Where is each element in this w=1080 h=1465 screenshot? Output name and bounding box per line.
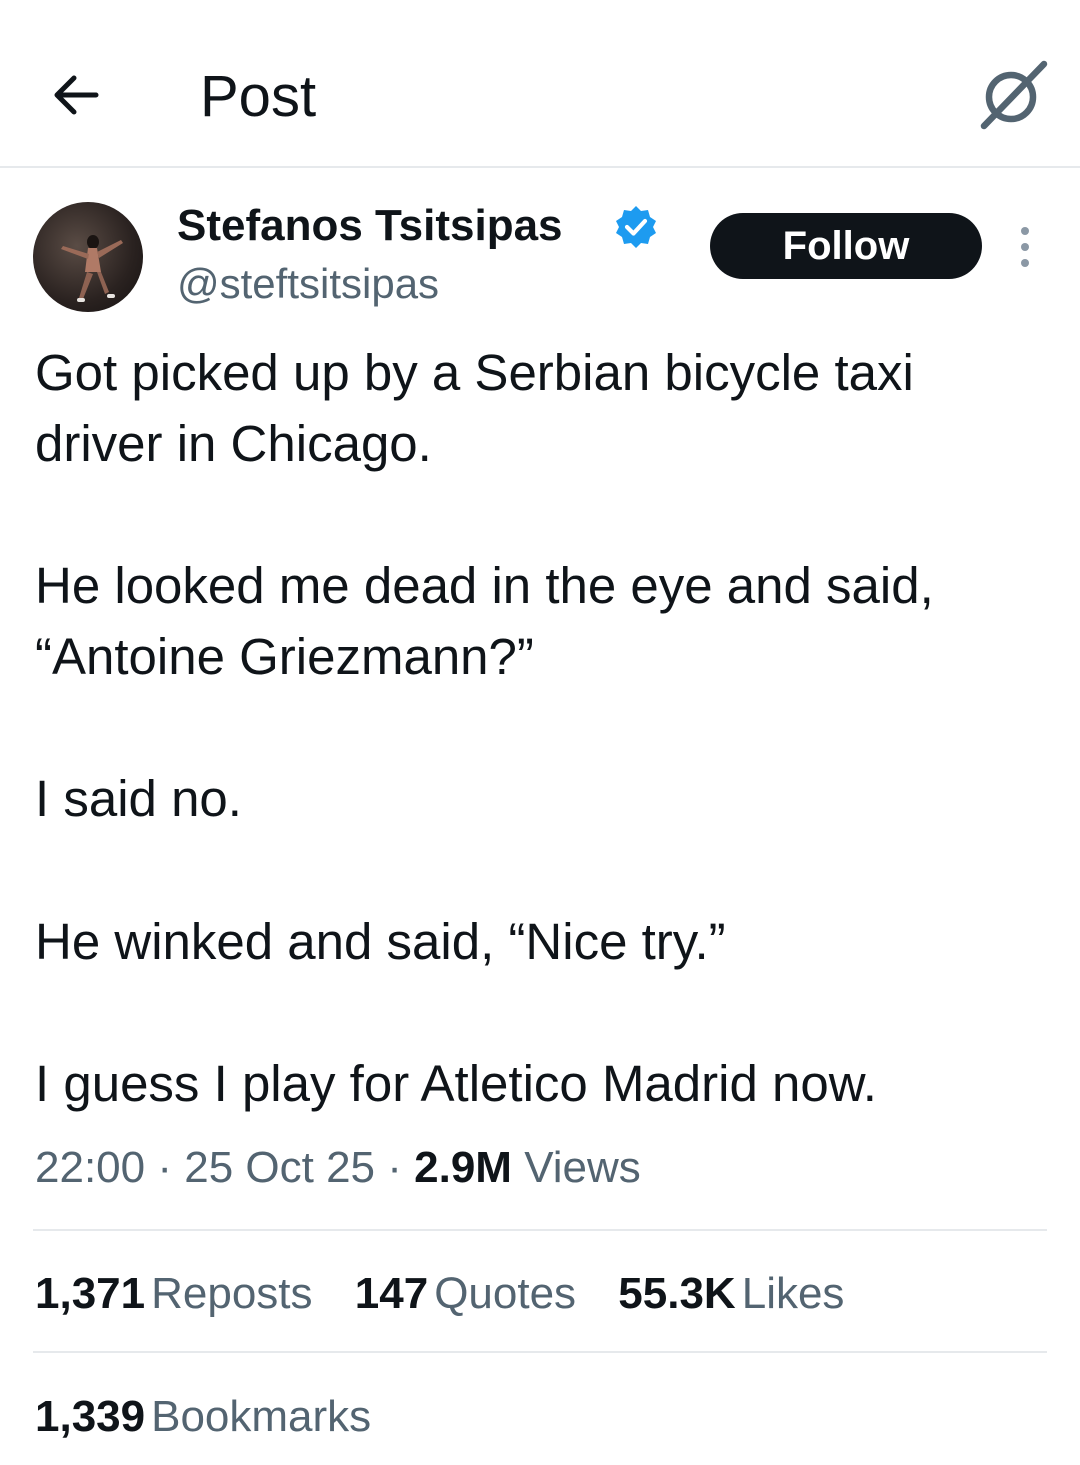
quotes-count: 147: [354, 1269, 429, 1318]
verified-badge-icon: [616, 206, 656, 248]
divider: [33, 1351, 1047, 1353]
post-text-line: driver in Chicago.: [35, 415, 432, 472]
post-text-line: “Antoine Griezmann?”: [35, 628, 534, 685]
top-bar: Post: [0, 0, 1080, 168]
grok-icon: [980, 60, 1048, 130]
grok-button[interactable]: [976, 58, 1050, 132]
bookmarks-stat[interactable]: 1,339 Bookmarks: [35, 1389, 371, 1445]
back-button[interactable]: [44, 62, 110, 128]
meta-separator: ·: [387, 1143, 402, 1192]
post-text-line: He looked me dead in the eye and said,: [35, 557, 934, 614]
author-name[interactable]: Stefanos Tsitsipas: [177, 200, 563, 252]
likes-count: 55.3K: [618, 1269, 736, 1318]
bookmarks-label: Bookmarks: [151, 1392, 372, 1441]
divider: [33, 1229, 1047, 1231]
bookmarks-count: 1,339: [35, 1392, 146, 1441]
arrow-left-icon: [54, 75, 99, 115]
more-options-button[interactable]: [1008, 222, 1042, 272]
quotes-label: Quotes: [434, 1269, 577, 1318]
author-handle[interactable]: @steftsitsipas: [177, 258, 439, 310]
post-text-line: I said no.: [35, 770, 242, 827]
engagement-stats: 1,371 Reposts 147 Quotes 55.3K Likes: [35, 1266, 874, 1322]
views-label: Views: [524, 1143, 641, 1192]
post-time[interactable]: 22:00: [35, 1143, 145, 1192]
likes-stat[interactable]: 55.3K Likes: [618, 1266, 844, 1322]
avatar-photo-icon: [61, 235, 123, 302]
likes-label: Likes: [741, 1269, 845, 1318]
post-meta: 22:00 · 25 Oct 25 · 2.9M Views: [35, 1140, 641, 1196]
post-text-line: Got picked up by a Serbian bicycle taxi: [35, 344, 914, 401]
meta-separator: ·: [157, 1143, 172, 1192]
post-text-line: He winked and said, “Nice try.”: [35, 913, 726, 970]
reposts-label: Reposts: [151, 1269, 313, 1318]
page-title: Post: [200, 64, 317, 129]
avatar[interactable]: [33, 202, 143, 312]
views-count: 2.9M: [414, 1143, 512, 1192]
follow-button[interactable]: Follow: [710, 213, 982, 279]
more-vertical-icon: [1021, 227, 1029, 267]
reposts-count: 1,371: [35, 1269, 146, 1318]
reposts-stat[interactable]: 1,371 Reposts: [35, 1266, 313, 1322]
quotes-stat[interactable]: 147 Quotes: [355, 1266, 576, 1322]
post-date[interactable]: 25 Oct 25: [184, 1143, 375, 1192]
post-text-line: I guess I play for Atletico Madrid now.: [35, 1055, 877, 1112]
